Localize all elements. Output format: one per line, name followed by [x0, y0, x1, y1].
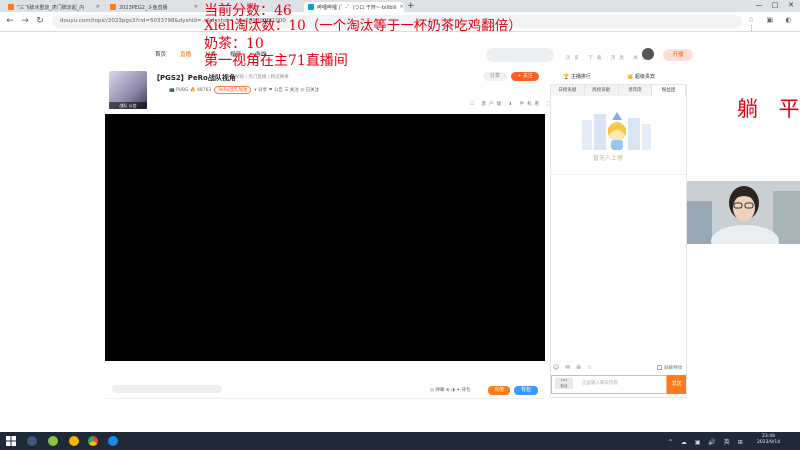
backpack-button[interactable]: 背包	[514, 386, 538, 395]
vip-tab[interactable]: 👑 超级贵宾	[627, 73, 655, 80]
douyu-favicon-icon	[8, 4, 14, 10]
user-avatar[interactable]	[642, 48, 654, 60]
forward-button[interactable]: →	[19, 15, 31, 27]
room-meta-prefix: 📺 PUBG 🔥 48763	[169, 88, 212, 93]
room-title: 【PGS2】PeRo战队视角	[153, 74, 236, 82]
open-live-button[interactable]: 开播	[663, 49, 693, 61]
browser-tab-3[interactable]: 哔哩哔哩 (゜-゜)つロ 干杯~-bilibili ✕	[304, 2, 404, 12]
chat-tools[interactable]: ☺ ✉ ⊕ ☆	[553, 364, 594, 371]
recharge-button[interactable]: 充值	[488, 386, 510, 395]
clock[interactable]: 23:48 2023/9/14	[757, 434, 780, 446]
video-player[interactable]	[105, 114, 545, 361]
browser-extension-icons[interactable]: ☆ ▣ ◐ ⋮	[748, 16, 800, 32]
empty-rank-caption: 暂无人上榜	[593, 155, 624, 162]
app-blue-icon[interactable]	[108, 436, 118, 446]
app-green-icon[interactable]	[48, 436, 58, 446]
steam-icon[interactable]	[27, 436, 37, 446]
tab-weekly-rank[interactable]: 周榜贡献	[585, 85, 619, 96]
overlay-side-text: 躺 平	[737, 97, 800, 121]
back-button[interactable]: ←	[4, 15, 16, 27]
reload-button[interactable]: ↻	[34, 15, 46, 27]
close-icon[interactable]: ✕	[93, 4, 100, 10]
site-search-input[interactable]	[486, 48, 554, 62]
overlay-eliminations: Xiell淘汰数：10（一个淘汰等于一杯奶茶吃鸡翻倍）	[204, 18, 522, 34]
browser-tab-2[interactable]: 2023PEG2_斗鱼直播 ✕	[106, 2, 202, 12]
block-effects-label: 屏蔽特效	[664, 366, 682, 371]
chat-messages[interactable]	[551, 174, 686, 360]
player-bottom-bar	[105, 361, 545, 399]
bilibili-favicon-icon	[308, 4, 314, 10]
nav-live[interactable]: 直播	[180, 52, 191, 58]
rank-tabs: 日榜贡献 周榜贡献 贵宾席 粉丝团	[551, 85, 686, 96]
close-icon[interactable]: ✕	[397, 4, 404, 10]
anchor-rank-tab[interactable]: 🏆 主播排行	[563, 73, 591, 80]
block-effects-checkbox[interactable]	[657, 365, 662, 370]
close-window-button[interactable]: ✕	[784, 1, 798, 9]
tab-fan-club[interactable]: 粉丝团	[652, 85, 686, 96]
close-icon[interactable]: ✕	[191, 4, 198, 10]
chat-input-placeholder: 这里输入聊天内容	[582, 381, 618, 386]
fan-badge[interactable]: Lv1 粉丝	[555, 378, 573, 389]
room-tag-badge[interactable]: PeRo战队加油	[214, 86, 252, 94]
browser-tab-2-label: 2023PEG2_斗鱼直播	[119, 4, 168, 11]
tab-daily-rank[interactable]: 日榜贡献	[551, 85, 585, 96]
windows-start-icon[interactable]	[6, 436, 16, 446]
follow-button[interactable]: + 关注	[511, 72, 539, 81]
fan-badge-label: 粉丝	[560, 383, 568, 388]
gift-bar[interactable]	[112, 385, 222, 393]
player-tools[interactable]: ◎ 弹幕 ⊕ ◑ ✦ 背包	[430, 387, 471, 393]
browser-tab-1-label: "三飞破冰重烧_虎门牌凉起_内	[17, 4, 85, 11]
nav-home[interactable]: 首页	[155, 52, 166, 58]
block-effects-toggle[interactable]: 屏蔽特效	[657, 365, 682, 371]
overlay-first-person-view: 第一视角在主71直播间	[204, 53, 348, 69]
send-button[interactable]: 发送	[667, 375, 686, 394]
minimize-button[interactable]: —	[752, 1, 766, 9]
maximize-button[interactable]: □	[768, 1, 782, 9]
webcam-person-image	[687, 181, 800, 244]
system-tray-icons[interactable]: ^ ☁ ▣ 🔊 英 ⊞	[668, 437, 746, 446]
room-meta-top[interactable]: 举报 | 热门直播 | 精选赛事	[235, 74, 289, 80]
new-tab-button[interactable]: +	[407, 1, 415, 11]
chrome-icon[interactable]	[88, 436, 98, 446]
tab-vip-seats[interactable]: 贵宾席	[619, 85, 653, 96]
douyu-favicon-icon	[110, 4, 116, 10]
app-yellow-icon[interactable]	[69, 436, 79, 446]
clock-date: 2023/9/14	[757, 440, 781, 445]
header-icons[interactable]: 历史 下载 消息 关注	[566, 55, 650, 61]
room-meta: 📺 PUBG 🔥 48763 PeRo战队加油 ▾ 分享 ⚑ 公告 ☰ 关注 ◎ 已…	[169, 86, 319, 94]
browser-tab-1[interactable]: "三飞破冰重烧_虎门牌凉起_内 ✕	[4, 2, 104, 12]
browser-tab-3-label: 哔哩哔哩 (゜-゜)つロ 干杯~-bilibili	[317, 4, 397, 11]
avatar-level-label: 战队 公会	[109, 102, 147, 109]
room-meta-suffix[interactable]: ▾ 分享 ⚑ 公告 ☰ 关注 ◎ 已关注	[254, 88, 319, 93]
streamer-avatar[interactable]: 战队 公会	[109, 71, 147, 109]
share-button[interactable]: 分享	[483, 72, 507, 81]
webcam-overlay	[687, 181, 800, 244]
